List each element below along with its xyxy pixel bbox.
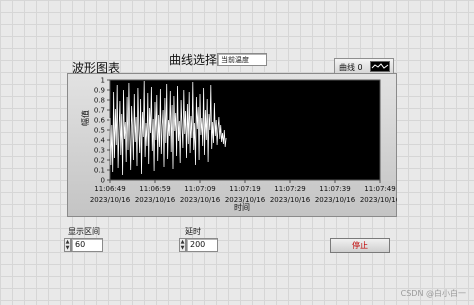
display-range-label: 显示区间 <box>68 227 100 236</box>
y-tick-label: 0.9 <box>94 87 105 95</box>
delay-label: 延时 <box>185 227 201 236</box>
x-tick-time-label: 11:07:19 <box>229 185 260 193</box>
curve-select-label: 曲线选择 <box>169 53 218 67</box>
x-tick-date-label: 2023/10/16 <box>270 196 311 204</box>
delay-control: ▲ ▼ 200 <box>179 238 218 252</box>
y-tick-label: 0.3 <box>94 147 105 155</box>
x-tick-time-label: 11:07:09 <box>184 185 215 193</box>
x-tick-time-label: 11:06:49 <box>94 185 125 193</box>
y-tick-label: 0.4 <box>94 137 106 145</box>
chart-plot-svg: 1 0.9 0.8 0.7 0.6 0.5 0.4 0.3 0.2 0.1 0 11:06:49 20… <box>90 77 397 205</box>
x-tick-date-label: 2023/10/16 <box>360 196 397 204</box>
display-range-spinner[interactable]: ▲ ▼ <box>64 238 71 252</box>
y-tick-label: 0.2 <box>94 157 105 165</box>
curve-select-dropdown[interactable]: 当前温度 <box>217 53 267 66</box>
x-tick-time-label: 11:06:59 <box>139 185 170 193</box>
x-tick-date-label: 2023/10/16 <box>90 196 131 204</box>
stop-button[interactable]: 停止 <box>330 238 390 253</box>
x-tick-date-label: 2023/10/16 <box>135 196 176 204</box>
y-tick-label: 0 <box>101 177 105 185</box>
stop-button-label: 停止 <box>352 241 368 250</box>
delay-input[interactable]: 200 <box>186 238 218 252</box>
y-tick-label: 0.7 <box>94 107 105 115</box>
watermark: CSDN @白小白一 <box>400 289 466 298</box>
x-tick-time-label: 11:07:29 <box>274 185 305 193</box>
y-axis-label: 幅值 <box>81 110 90 126</box>
display-range-input[interactable]: 60 <box>71 238 103 252</box>
y-tick-label: 0.6 <box>94 117 106 125</box>
y-tick-label: 0.1 <box>94 167 105 175</box>
x-tick-time-label: 11:07:49 <box>364 185 395 193</box>
legend-label: 曲线 0 <box>339 63 363 72</box>
x-tick-date-label: 2023/10/16 <box>315 196 356 204</box>
decrement-arrow-icon[interactable]: ▼ <box>65 245 70 251</box>
x-tick-time-label: 11:07:39 <box>319 185 350 193</box>
delay-spinner[interactable]: ▲ ▼ <box>179 238 186 252</box>
line-style-swatch-icon <box>370 61 390 72</box>
y-tick-label: 0.5 <box>94 127 105 135</box>
x-axis-label: 时间 <box>234 203 250 212</box>
x-tick-date-label: 2023/10/16 <box>180 196 221 204</box>
decrement-arrow-icon[interactable]: ▼ <box>180 245 185 251</box>
y-tick-label: 0.8 <box>94 97 105 105</box>
display-range-control: ▲ ▼ 60 <box>64 238 103 252</box>
y-tick-label: 1 <box>101 77 105 85</box>
